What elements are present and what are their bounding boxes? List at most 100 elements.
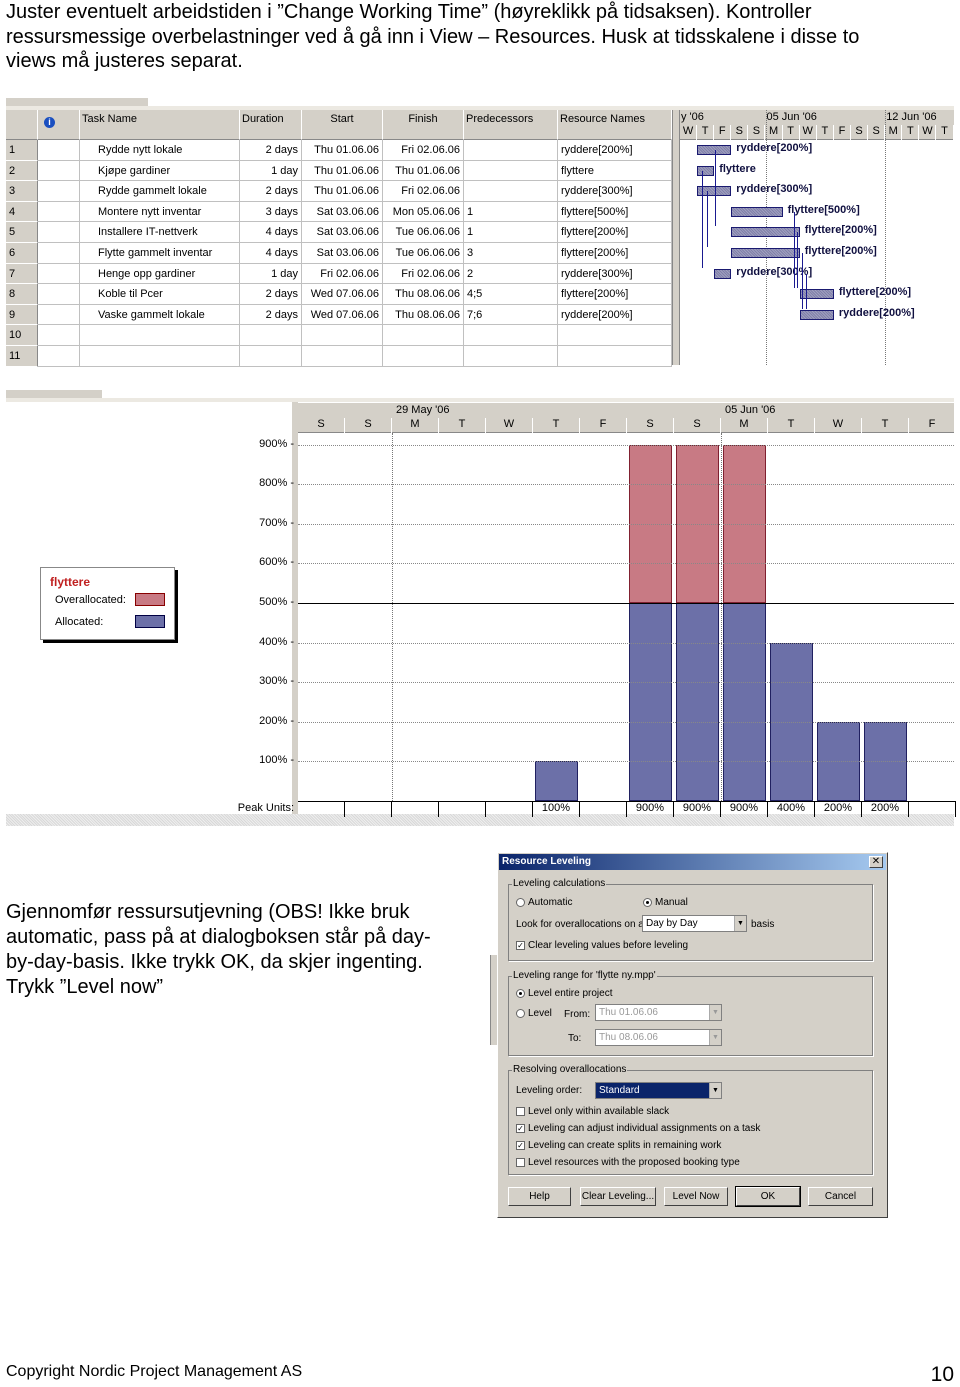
table-cell[interactable]: flyttere xyxy=(558,160,672,182)
row-number[interactable]: 9 xyxy=(6,304,38,326)
column-header-finish[interactable]: Finish xyxy=(383,110,464,140)
column-header-id[interactable] xyxy=(6,110,38,140)
table-cell[interactable]: Koble til Pcer xyxy=(80,284,240,305)
table-cell[interactable] xyxy=(38,243,80,264)
table-cell[interactable] xyxy=(80,325,240,346)
table-cell[interactable]: 2 days xyxy=(240,304,302,326)
level-range-radio[interactable]: Level xyxy=(516,1008,552,1019)
manual-radio[interactable]: Manual xyxy=(643,897,688,908)
column-header-info[interactable]: i xyxy=(38,110,80,140)
leveling-order-select[interactable]: Standard ▼ xyxy=(595,1082,722,1099)
row-number[interactable]: 5 xyxy=(6,222,38,243)
table-cell[interactable] xyxy=(240,325,302,346)
table-cell[interactable]: 4 days xyxy=(240,222,302,243)
table-cell[interactable] xyxy=(302,346,383,367)
close-button[interactable]: ✕ xyxy=(869,856,883,868)
level-now-button[interactable]: Level Now xyxy=(664,1187,728,1206)
level-entire-project-radio[interactable]: Level entire project xyxy=(516,988,613,999)
table-cell[interactable]: Rydde gammelt lokale xyxy=(80,181,240,202)
table-cell[interactable]: Wed 07.06.06 xyxy=(302,304,383,326)
table-cell[interactable]: 2 days xyxy=(240,140,302,161)
task-bar[interactable] xyxy=(697,145,732,155)
table-cell[interactable] xyxy=(464,325,558,346)
column-header-name[interactable]: Task Name xyxy=(80,110,240,140)
task-bar[interactable] xyxy=(731,206,783,217)
horizontal-scrollbar[interactable] xyxy=(6,814,954,826)
table-cell[interactable] xyxy=(38,325,80,346)
cancel-button[interactable]: Cancel xyxy=(808,1187,873,1206)
table-cell[interactable]: Thu 08.06.06 xyxy=(383,304,464,326)
table-cell[interactable] xyxy=(464,160,558,182)
table-cell[interactable]: Sat 03.06.06 xyxy=(302,201,383,223)
row-number[interactable]: 10 xyxy=(6,325,38,346)
table-cell[interactable] xyxy=(464,140,558,161)
automatic-radio[interactable]: Automatic xyxy=(516,897,572,908)
table-cell[interactable] xyxy=(38,263,80,285)
table-cell[interactable] xyxy=(302,325,383,346)
split-bar[interactable] xyxy=(672,110,680,365)
table-cell[interactable] xyxy=(38,222,80,243)
task-bar[interactable] xyxy=(714,268,732,279)
row-number[interactable]: 4 xyxy=(6,201,38,223)
task-bar[interactable] xyxy=(799,309,834,320)
row-number[interactable]: 2 xyxy=(6,160,38,182)
column-header-res[interactable]: Resource Names xyxy=(558,110,672,140)
task-bar[interactable] xyxy=(799,289,834,300)
table-cell[interactable]: ryddere[200%] xyxy=(558,140,672,161)
leveling-option-checkbox[interactable]: ✓ Leveling can create splits in remaining… xyxy=(516,1140,721,1151)
clear-leveling-checkbox[interactable]: ✓ Clear leveling values before leveling xyxy=(516,940,688,951)
column-header-start[interactable]: Start xyxy=(302,110,383,140)
table-cell[interactable]: flyttere[200%] xyxy=(558,243,672,264)
table-cell[interactable] xyxy=(80,346,240,367)
table-cell[interactable] xyxy=(383,346,464,367)
table-cell[interactable]: 2 xyxy=(464,263,558,285)
table-cell[interactable]: Wed 07.06.06 xyxy=(302,284,383,305)
task-bar[interactable] xyxy=(731,248,800,258)
table-cell[interactable]: Flytte gammelt inventar xyxy=(80,243,240,264)
table-cell[interactable] xyxy=(38,140,80,161)
column-header-duration[interactable]: Duration xyxy=(240,110,302,140)
table-cell[interactable]: Tue 06.06.06 xyxy=(383,222,464,243)
table-cell[interactable]: Sat 03.06.06 xyxy=(302,222,383,243)
table-cell[interactable]: 1 xyxy=(464,201,558,223)
table-cell[interactable]: 1 xyxy=(464,222,558,243)
task-bar[interactable] xyxy=(697,165,715,176)
leveling-option-checkbox[interactable]: Level resources with the proposed bookin… xyxy=(516,1157,740,1168)
table-cell[interactable]: ryddere[300%] xyxy=(558,263,672,285)
leveling-option-checkbox[interactable]: ✓ Leveling can adjust individual assignme… xyxy=(516,1123,760,1134)
ok-button[interactable]: OK xyxy=(735,1186,801,1207)
basis-select[interactable]: Day by Day ▼ xyxy=(642,915,747,932)
table-cell[interactable]: Thu 08.06.06 xyxy=(383,284,464,305)
table-cell[interactable] xyxy=(38,304,80,326)
row-number[interactable]: 11 xyxy=(6,346,38,367)
table-cell[interactable]: Fri 02.06.06 xyxy=(383,181,464,202)
table-cell[interactable] xyxy=(240,346,302,367)
leveling-option-checkbox[interactable]: Level only within available slack xyxy=(516,1106,669,1117)
table-cell[interactable] xyxy=(558,346,672,367)
table-cell[interactable]: 7;6 xyxy=(464,304,558,326)
table-cell[interactable]: ryddere[300%] xyxy=(558,181,672,202)
table-cell[interactable]: flyttere[200%] xyxy=(558,284,672,305)
row-number[interactable]: 6 xyxy=(6,243,38,264)
table-cell[interactable]: 1 day xyxy=(240,160,302,182)
table-cell[interactable]: Fri 02.06.06 xyxy=(302,263,383,285)
table-cell[interactable]: 2 days xyxy=(240,284,302,305)
table-cell[interactable]: flyttere[500%] xyxy=(558,201,672,223)
table-cell[interactable]: Installere IT-nettverk xyxy=(80,222,240,243)
table-cell[interactable] xyxy=(38,160,80,182)
table-cell[interactable] xyxy=(38,346,80,367)
table-cell[interactable]: Thu 01.06.06 xyxy=(302,160,383,182)
table-cell[interactable]: Thu 01.06.06 xyxy=(302,140,383,161)
table-cell[interactable]: 3 xyxy=(464,243,558,264)
table-cell[interactable]: Henge opp gardiner xyxy=(80,263,240,285)
table-cell[interactable] xyxy=(383,325,464,346)
table-cell[interactable]: Fri 02.06.06 xyxy=(383,263,464,285)
table-cell[interactable]: Sat 03.06.06 xyxy=(302,243,383,264)
table-cell[interactable] xyxy=(38,284,80,305)
table-cell[interactable]: 3 days xyxy=(240,201,302,223)
table-cell[interactable]: Montere nytt inventar xyxy=(80,201,240,223)
table-cell[interactable] xyxy=(38,181,80,202)
table-cell[interactable]: Fri 02.06.06 xyxy=(383,140,464,161)
table-cell[interactable]: 4 days xyxy=(240,243,302,264)
table-cell[interactable]: 4;5 xyxy=(464,284,558,305)
